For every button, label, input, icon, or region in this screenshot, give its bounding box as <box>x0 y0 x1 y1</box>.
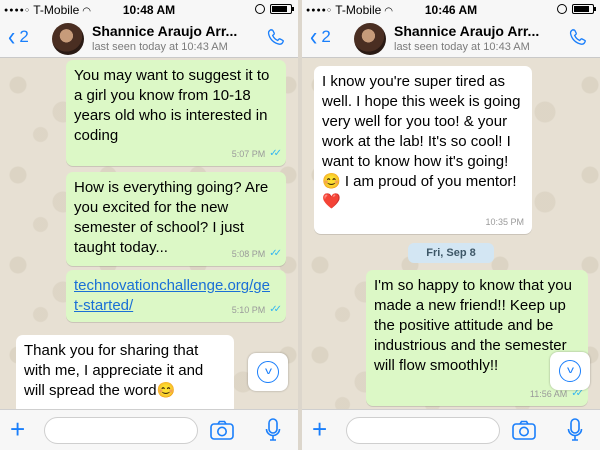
message-input[interactable] <box>346 417 500 444</box>
contact-info[interactable]: Shannice Araujo Arr... last seen today a… <box>92 23 237 53</box>
message-time: 5:07 PM <box>231 149 266 159</box>
message-bubble[interactable]: I know you're super tired as well. I hop… <box>314 66 532 234</box>
last-seen: last seen today at 10:43 AM <box>394 41 530 53</box>
plus-icon[interactable]: + <box>312 416 327 442</box>
chat-header: ‹ 2 Shannice Araujo Arr... last seen tod… <box>302 20 600 58</box>
message-input[interactable] <box>44 417 198 444</box>
microphone-icon[interactable] <box>567 418 583 442</box>
alarm-icon <box>557 4 567 14</box>
message-text: I know you're super tired as well. I hop… <box>322 73 521 210</box>
unread-count: 2 <box>321 27 331 46</box>
clock-time: 10:48 AM <box>122 3 176 17</box>
phone-icon[interactable] <box>568 28 588 48</box>
phone-icon[interactable] <box>266 28 286 48</box>
message-bubble[interactable]: How is everything going? Are you excited… <box>66 172 286 266</box>
back-button[interactable]: ‹ 2 <box>8 21 29 52</box>
camera-icon[interactable] <box>512 420 536 440</box>
chevron-left-icon: ‹ <box>310 21 318 52</box>
status-bar: ●●●●○ T-Mobile ◠ 10:46 AM <box>302 0 600 20</box>
date-separator: Fri, Sep 8 <box>408 243 494 263</box>
plus-icon[interactable]: + <box>10 416 25 442</box>
back-button[interactable]: ‹ 2 <box>310 21 331 52</box>
chevron-down-icon: v <box>566 365 574 376</box>
input-bar: + <box>0 409 298 450</box>
read-ticks-icon: ✓✓ <box>269 248 282 259</box>
message-time: 10:35 PM <box>485 217 524 227</box>
battery-icon <box>572 4 596 14</box>
status-bar: ●●●●○ T-Mobile ◠ 10:48 AM <box>0 0 298 20</box>
chat-screen-right: ●●●●○ T-Mobile ◠ 10:46 AM ‹ 2 Shannice Ar… <box>302 0 600 450</box>
message-list[interactable]: I know you're super tired as well. I hop… <box>302 58 600 409</box>
chevron-left-icon: ‹ <box>8 21 16 52</box>
alarm-icon <box>255 4 265 14</box>
unread-count: 2 <box>19 27 29 46</box>
chat-screen-left: ●●●●○ T-Mobile ◠ 10:48 AM ‹ 2 Shannice Ar… <box>0 0 298 450</box>
read-ticks-icon: ✓✓ <box>269 148 282 159</box>
message-list[interactable]: You may want to suggest it to a girl you… <box>0 58 298 409</box>
message-bubble[interactable]: technovationchallenge.org/get-started/ 5… <box>66 270 286 322</box>
last-seen: last seen today at 10:43 AM <box>92 41 228 53</box>
input-bar: + <box>302 409 600 450</box>
chat-header: ‹ 2 Shannice Araujo Arr... last seen tod… <box>0 20 298 58</box>
message-bubble[interactable]: Thank you for sharing that with me, I ap… <box>16 335 234 409</box>
message-text: You may want to suggest it to a girl you… <box>74 67 270 144</box>
contact-name: Shannice Araujo Arr... <box>394 23 540 39</box>
avatar[interactable] <box>52 23 84 55</box>
message-time: 5:08 PM <box>231 249 266 259</box>
battery-icon <box>270 4 294 14</box>
message-time: 5:10 PM <box>231 305 266 315</box>
contact-name: Shannice Araujo Arr... <box>92 23 238 39</box>
microphone-icon[interactable] <box>265 418 281 442</box>
contact-info[interactable]: Shannice Araujo Arr... last seen today a… <box>394 23 539 53</box>
read-ticks-icon: ✓✓ <box>269 304 282 315</box>
message-text: Thank you for sharing that with me, I ap… <box>24 342 204 399</box>
camera-icon[interactable] <box>210 420 234 440</box>
avatar[interactable] <box>354 23 386 55</box>
scroll-down-button[interactable]: v <box>248 353 288 391</box>
scroll-down-button[interactable]: v <box>550 352 590 390</box>
clock-time: 10:46 AM <box>424 3 478 17</box>
message-bubble[interactable]: You may want to suggest it to a girl you… <box>66 60 286 166</box>
chevron-down-icon: v <box>264 366 272 377</box>
